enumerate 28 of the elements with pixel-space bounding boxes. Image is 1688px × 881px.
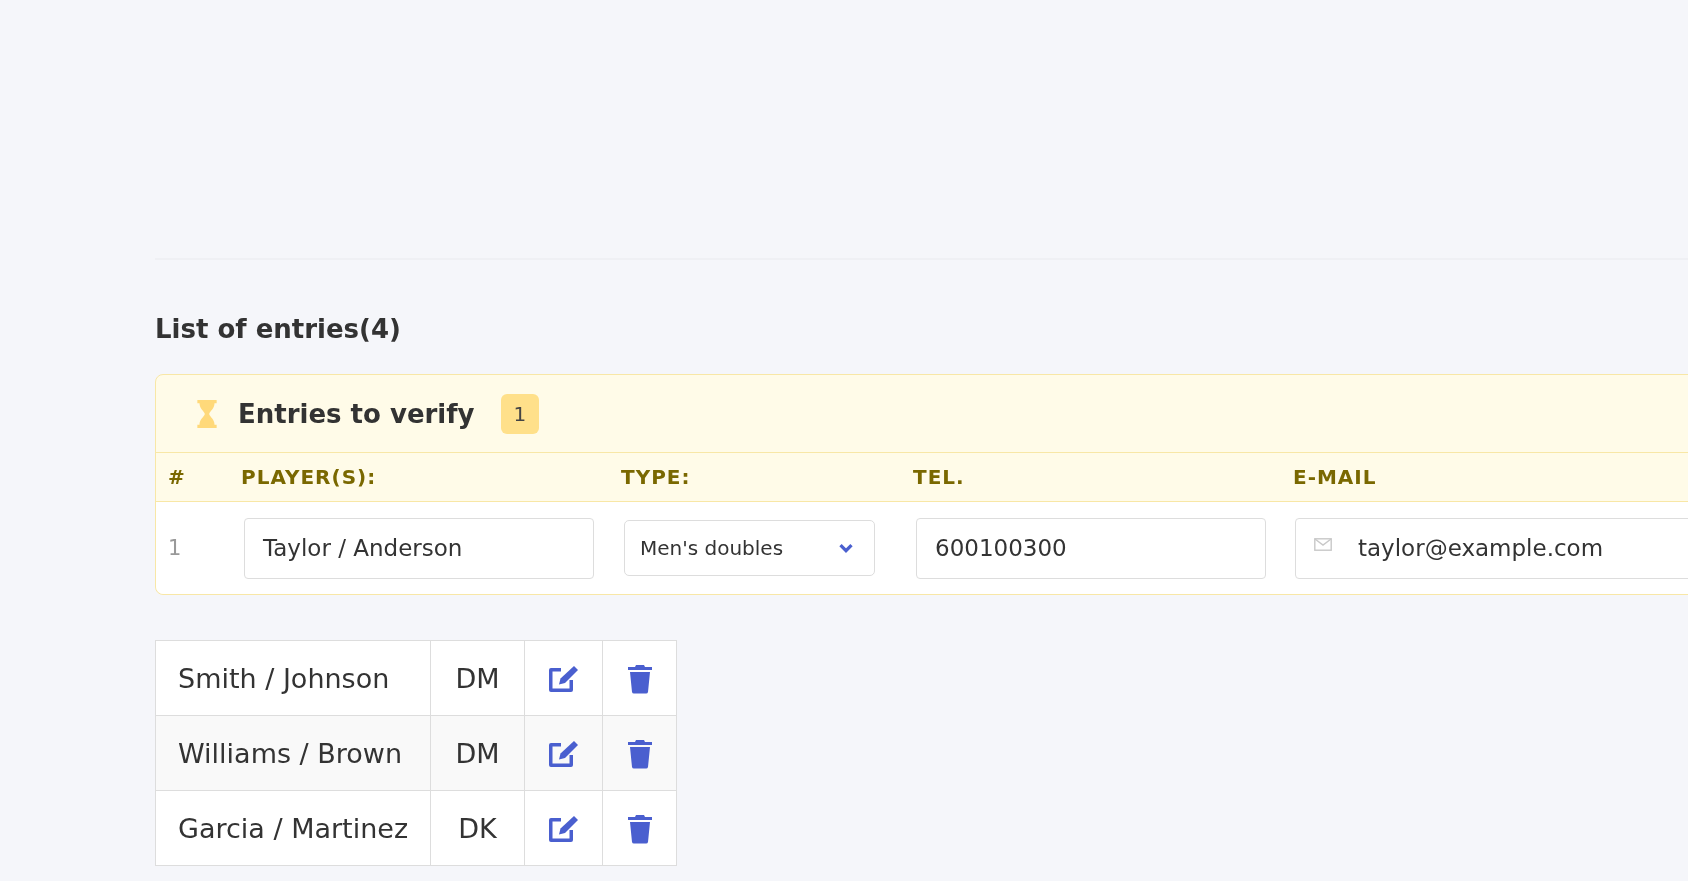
table-cell: DM [430,715,525,791]
column-header: PLAYER(S): [241,465,377,489]
section-title: List of entries(4) [155,313,401,344]
email-field[interactable]: taylor@example.com [1295,517,1688,579]
caret-icon [838,542,854,554]
table-cell: Smith / Johnson [155,640,431,716]
hourglass-icon [196,398,218,429]
table-cell: Williams / Brown [155,715,431,791]
trash-icon[interactable] [626,739,653,770]
type-select[interactable]: Men's doubles [624,520,875,576]
players-field[interactable]: Taylor / Anderson [244,517,594,579]
envelope-icon [1314,537,1332,551]
card-title: Entries to verify [238,398,475,429]
table-cell: Garcia / Martinez [155,790,431,866]
column-header: # [168,465,186,489]
trash-icon[interactable] [626,814,653,845]
column-header: TYPE: [621,465,691,489]
edit-icon[interactable] [546,664,581,695]
phone-field[interactable]: 600100300 [916,517,1266,579]
row-number: 1 [168,536,182,560]
edit-icon[interactable] [546,739,581,770]
column-header: TEL. [913,465,965,489]
table-cell: DM [430,640,525,716]
edit-icon[interactable] [546,814,581,845]
trash-icon[interactable] [626,664,653,695]
count-badge: 1 [500,393,540,434]
column-header: E-MAIL [1293,465,1377,489]
table-cell: DK [430,790,525,866]
